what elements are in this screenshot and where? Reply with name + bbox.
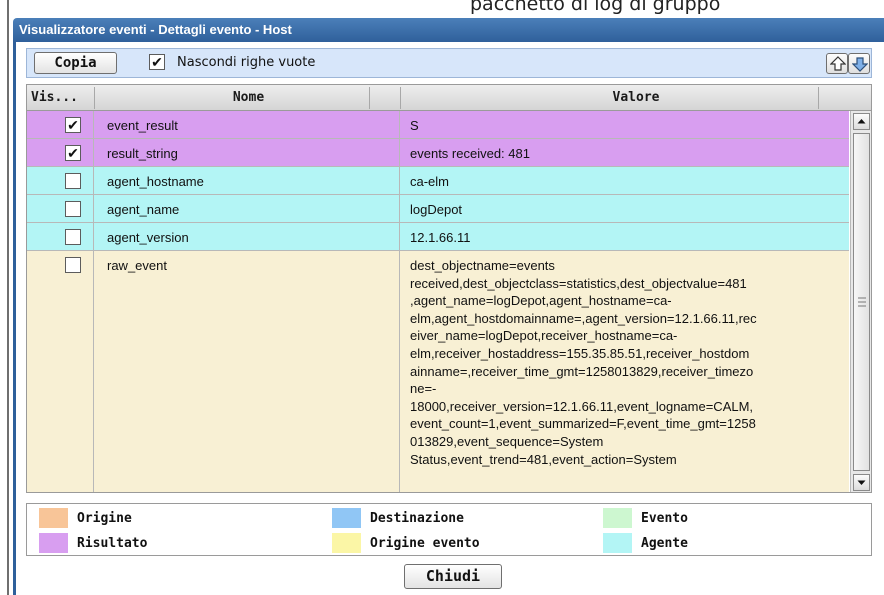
value-cell: dest_objectname=events received,dest_obj… — [410, 258, 757, 467]
grid-header: Vis... Nome Valore — [27, 85, 871, 111]
legend-swatch — [332, 508, 361, 528]
value-cell: 12.1.66.11 — [410, 230, 471, 245]
name-cell: agent_version — [94, 223, 400, 250]
column-header-name[interactable]: Nome — [99, 85, 398, 111]
background-text: pacchetto di log di gruppo — [470, 0, 721, 14]
legend-label: Destinazione — [370, 511, 464, 526]
table-row[interactable]: ✔ result_string events received: 481 — [27, 139, 849, 167]
visible-cell: ✔ — [27, 139, 94, 166]
table-row[interactable]: raw_event dest_objectname=events receive… — [27, 251, 849, 492]
close-button[interactable]: Chiudi — [404, 564, 502, 589]
event-details-grid: Vis... Nome Valore ✔ event_result S ✔ re… — [26, 84, 872, 493]
scroll-thumb[interactable] — [853, 133, 870, 471]
copy-button[interactable]: Copia — [34, 52, 117, 74]
legend-label: Evento — [641, 511, 688, 526]
legend-swatch — [332, 533, 361, 553]
legend-label: Origine — [77, 511, 132, 526]
value-cell: events received: 481 — [410, 146, 530, 161]
name-cell: agent_hostname — [94, 167, 400, 194]
legend-swatch — [603, 508, 632, 528]
legend-label: Origine evento — [370, 536, 480, 551]
column-separator[interactable] — [369, 87, 370, 109]
triangle-up-icon — [857, 119, 866, 124]
visible-cell — [27, 167, 94, 194]
value-cell: ca-elm — [410, 174, 450, 189]
arrow-up-icon — [830, 56, 846, 71]
hide-empty-rows-checkbox[interactable]: ✔ — [149, 54, 165, 70]
column-header-value[interactable]: Valore — [401, 85, 871, 111]
legend-label: Agente — [641, 536, 688, 551]
visible-cell: ✔ — [27, 111, 94, 138]
vertical-scrollbar[interactable] — [850, 111, 871, 492]
row-visible-checkbox[interactable] — [65, 173, 81, 189]
name-cell: agent_name — [94, 195, 400, 222]
column-separator[interactable] — [818, 87, 819, 109]
dialog-title: Visualizzatore eventi - Dettagli evento … — [19, 22, 292, 37]
table-row[interactable]: agent_name logDepot — [27, 195, 849, 223]
name-cell: event_result — [94, 111, 400, 138]
table-row[interactable]: agent_version 12.1.66.11 — [27, 223, 849, 251]
grid-rows: ✔ event_result S ✔ result_string events … — [27, 111, 849, 492]
arrow-down-icon — [852, 57, 868, 72]
visible-cell — [27, 195, 94, 222]
name-cell: raw_event — [94, 251, 400, 492]
row-visible-checkbox[interactable]: ✔ — [65, 145, 81, 161]
table-row[interactable]: agent_hostname ca-elm — [27, 167, 849, 195]
move-down-button[interactable] — [848, 53, 870, 74]
background-window-edge — [7, 0, 9, 595]
scroll-up-button[interactable] — [853, 113, 870, 130]
row-visible-checkbox[interactable] — [65, 229, 81, 245]
visible-cell — [27, 251, 94, 492]
hide-empty-rows-label: Nascondi righe vuote — [177, 55, 316, 70]
move-up-button[interactable] — [826, 53, 848, 74]
name-cell: result_string — [94, 139, 400, 166]
grip-icon — [858, 297, 866, 307]
row-visible-checkbox[interactable]: ✔ — [65, 117, 81, 133]
legend-swatch — [39, 533, 68, 553]
visible-cell — [27, 223, 94, 250]
legend-swatch — [603, 533, 632, 553]
color-legend: Origine Destinazione Evento Risultato Or… — [26, 503, 872, 556]
scroll-down-button[interactable] — [853, 474, 870, 491]
row-visible-checkbox[interactable] — [65, 257, 81, 273]
value-cell: logDepot — [410, 202, 463, 217]
table-row[interactable]: ✔ event_result S — [27, 111, 849, 139]
dialog-left-border — [13, 42, 16, 595]
toolbar: Copia ✔ Nascondi righe vuote — [26, 48, 872, 78]
legend-label: Risultato — [77, 536, 148, 551]
column-header-visible[interactable]: Vis... — [31, 85, 93, 111]
dialog-title-bar: Visualizzatore eventi - Dettagli evento … — [13, 18, 884, 42]
row-visible-checkbox[interactable] — [65, 201, 81, 217]
legend-swatch — [39, 508, 68, 528]
value-cell: S — [410, 118, 419, 133]
column-separator[interactable] — [94, 87, 95, 109]
triangle-down-icon — [857, 480, 866, 485]
